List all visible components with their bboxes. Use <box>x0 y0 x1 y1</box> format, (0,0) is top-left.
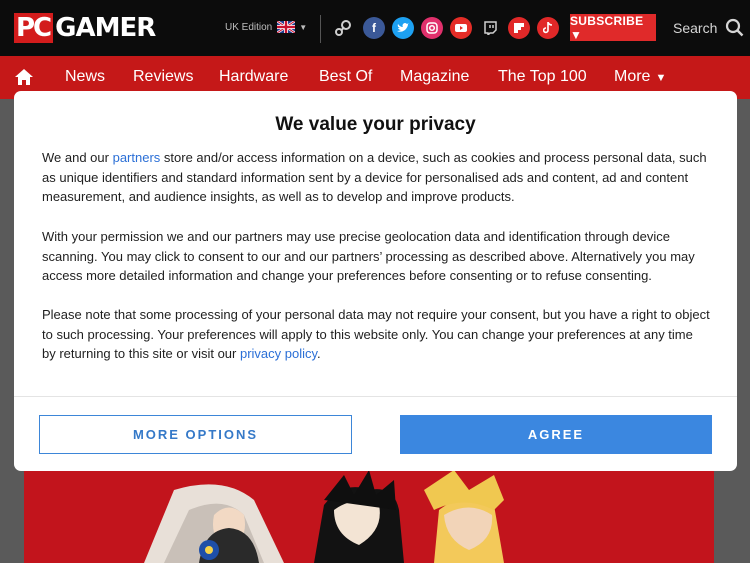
uk-flag-icon <box>277 21 296 33</box>
flipboard-icon[interactable] <box>508 17 530 39</box>
logo-gamer-text: GAMER <box>55 13 156 43</box>
search-label: Search <box>673 19 718 36</box>
instagram-icon[interactable] <box>421 17 443 39</box>
youtube-icon[interactable] <box>450 17 472 39</box>
edition-selector[interactable]: UK Edition ▼ <box>225 21 307 33</box>
nav-item-best-of[interactable]: Best Of <box>319 68 372 86</box>
nav-item-top-100[interactable]: The Top 100 <box>498 68 587 86</box>
hero-image <box>24 470 714 563</box>
nav-more-label: More <box>614 68 651 85</box>
dialog-divider <box>14 396 737 397</box>
consent-paragraph-2: With your permission we and our partners… <box>42 229 695 283</box>
nav-item-hardware[interactable]: Hardware <box>219 68 288 86</box>
nav-item-more[interactable]: More ▼ <box>614 68 666 86</box>
agree-button[interactable]: AGREE <box>400 415 712 454</box>
search-icon <box>726 18 744 37</box>
tiktok-icon[interactable] <box>537 17 559 39</box>
consent-text: . <box>317 346 321 361</box>
top-bar: PC GAMER UK Edition ▼ f SUBSCRIBE ▼ Sear… <box>0 0 750 56</box>
twitter-icon[interactable] <box>392 17 414 39</box>
privacy-policy-link[interactable]: privacy policy <box>240 346 317 361</box>
twitch-icon[interactable] <box>479 17 501 39</box>
steam-icon[interactable] <box>332 17 354 39</box>
dialog-title: We value your privacy <box>275 114 476 135</box>
hero-artwork <box>144 470 504 563</box>
more-options-button[interactable]: MORE OPTIONS <box>39 415 352 454</box>
nav-item-reviews[interactable]: Reviews <box>133 68 193 86</box>
chevron-down-icon: ▼ <box>299 22 308 32</box>
nav-item-news[interactable]: News <box>65 68 105 86</box>
nav-item-magazine[interactable]: Magazine <box>400 68 469 86</box>
privacy-consent-dialog: We value your privacy We and our partner… <box>14 91 737 471</box>
consent-paragraph-3: Please note that some processing of your… <box>42 305 710 364</box>
search-button[interactable]: Search <box>673 18 744 37</box>
chevron-down-icon: ▼ <box>655 72 667 84</box>
partners-link[interactable]: partners <box>113 150 161 165</box>
consent-paragraph-1: We and our partners store and/or access … <box>42 148 710 207</box>
edition-label: UK Edition <box>225 21 273 33</box>
home-icon[interactable] <box>14 68 34 86</box>
consent-text: We and our <box>42 150 113 165</box>
logo-pc-text: PC <box>14 13 54 43</box>
pc-gamer-logo[interactable]: PC GAMER <box>14 13 156 43</box>
consent-text: Please note that some processing of your… <box>42 307 710 361</box>
header-divider <box>320 15 321 43</box>
facebook-icon[interactable]: f <box>363 17 385 39</box>
subscribe-button[interactable]: SUBSCRIBE ▼ <box>570 14 656 42</box>
